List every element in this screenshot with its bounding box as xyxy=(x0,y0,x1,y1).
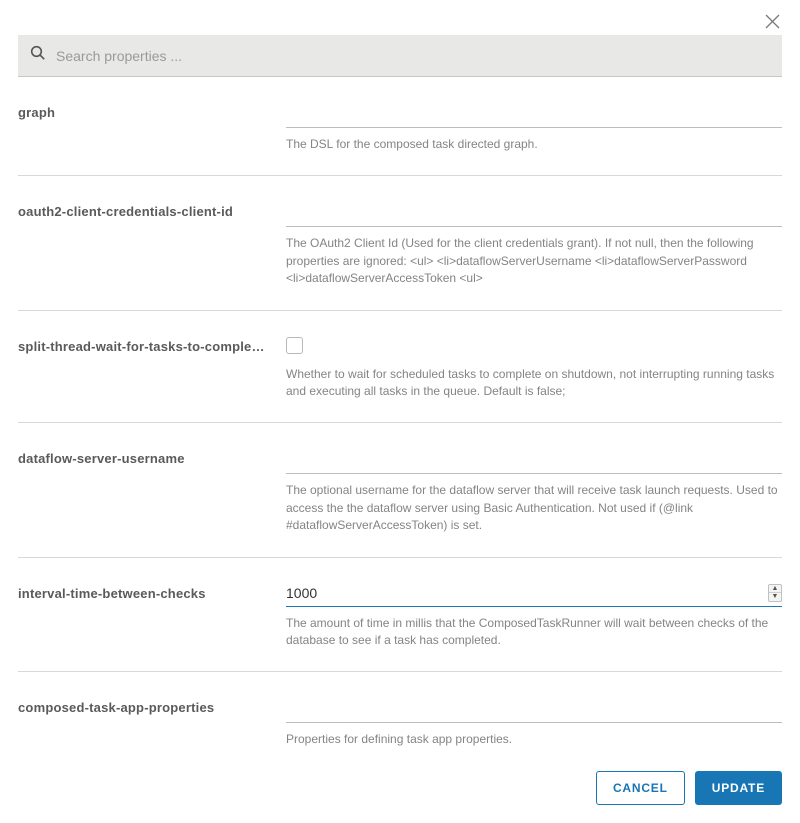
property-text-input[interactable] xyxy=(286,202,782,227)
search-input[interactable] xyxy=(56,48,770,64)
search-icon xyxy=(30,45,46,66)
property-label: composed-task-app-properties xyxy=(18,698,266,748)
spinner-up-icon[interactable]: ▲ xyxy=(769,585,781,593)
update-button[interactable]: UPDATE xyxy=(695,771,782,805)
property-description: Properties for defining task app propert… xyxy=(286,731,782,748)
property-text-input[interactable] xyxy=(286,449,782,474)
property-main: The DSL for the composed task directed g… xyxy=(286,103,782,153)
property-text-input[interactable] xyxy=(286,698,782,723)
property-main: Properties for defining task app propert… xyxy=(286,698,782,748)
close-icon[interactable] xyxy=(763,12,782,31)
property-description: The OAuth2 Client Id (Used for the clien… xyxy=(286,235,782,287)
property-number-field: ▲▼ xyxy=(286,584,782,607)
property-text-input[interactable] xyxy=(286,103,782,128)
property-description: The amount of time in millis that the Co… xyxy=(286,615,782,650)
property-row: dataflow-server-username The optional use… xyxy=(18,423,782,557)
property-main: The OAuth2 Client Id (Used for the clien… xyxy=(286,202,782,287)
property-description: Whether to wait for scheduled tasks to c… xyxy=(286,366,782,401)
property-checkbox[interactable] xyxy=(286,337,303,354)
property-label: dataflow-server-username xyxy=(18,449,266,534)
property-main: The optional username for the dataflow s… xyxy=(286,449,782,534)
number-spinner: ▲▼ xyxy=(768,584,782,602)
property-row: graph The DSL for the composed task direc… xyxy=(18,77,782,176)
property-number-input[interactable] xyxy=(286,585,768,601)
property-label: split-thread-wait-for-tasks-to-complet..… xyxy=(18,337,266,401)
property-row: composed-task-app-properties Properties f… xyxy=(18,672,782,751)
property-label: graph xyxy=(18,103,266,153)
property-main: ▲▼ The amount of time in millis that the … xyxy=(286,584,782,650)
property-row: oauth2-client-credentials-client-id The O… xyxy=(18,176,782,310)
property-row: interval-time-between-checks ▲▼ The amount… xyxy=(18,558,782,673)
property-description: The DSL for the composed task directed g… xyxy=(286,136,782,153)
dialog-footer: CANCEL UPDATE xyxy=(18,751,782,805)
property-main: Whether to wait for scheduled tasks to c… xyxy=(286,337,782,401)
spinner-down-icon[interactable]: ▼ xyxy=(769,593,781,601)
property-label: interval-time-between-checks xyxy=(18,584,266,650)
property-label: oauth2-client-credentials-client-id xyxy=(18,202,266,287)
properties-list: graph The DSL for the composed task direc… xyxy=(18,77,782,751)
cancel-button[interactable]: CANCEL xyxy=(596,771,685,805)
search-bar xyxy=(18,35,782,77)
property-description: The optional username for the dataflow s… xyxy=(286,482,782,534)
property-row: split-thread-wait-for-tasks-to-complet..… xyxy=(18,311,782,424)
